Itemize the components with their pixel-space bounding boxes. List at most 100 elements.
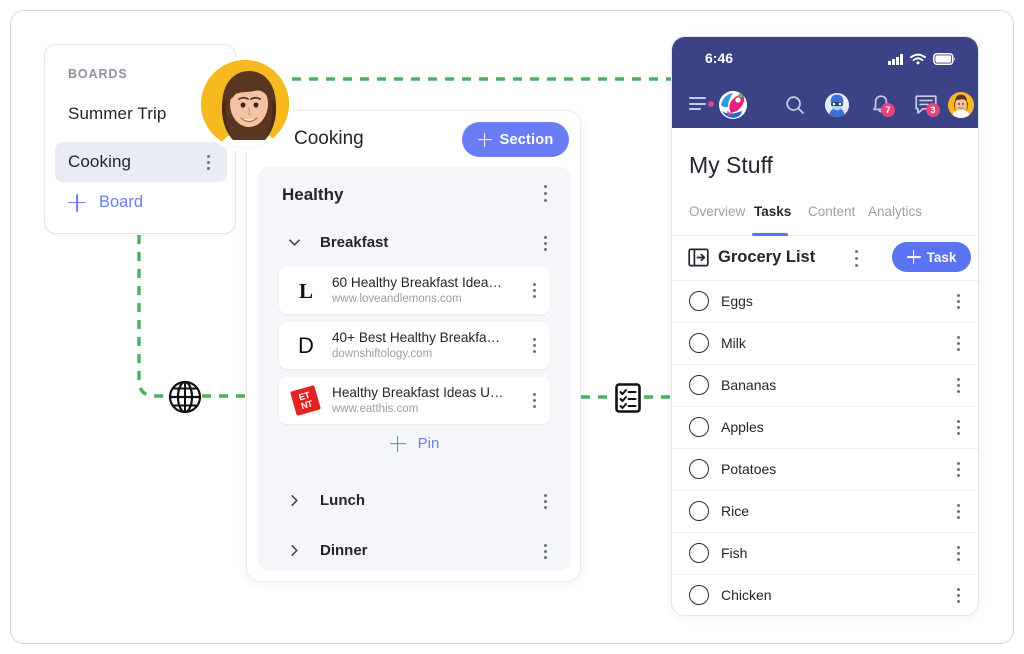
pin-url: downshiftology.com	[332, 348, 433, 360]
open-list-icon[interactable]	[688, 247, 709, 268]
chat-icon[interactable]: 3	[914, 94, 940, 117]
plus-icon	[68, 194, 86, 212]
kebab-menu-icon[interactable]	[957, 336, 960, 351]
phone-status-bar: 6:46	[672, 37, 978, 82]
cellular-signal-icon	[888, 54, 903, 65]
task-checkbox[interactable]	[689, 375, 709, 395]
pin-title: Healthy Breakfast Ideas U…	[332, 385, 504, 400]
task-row[interactable]: Apples	[672, 406, 978, 450]
board-card-header: Cooking Section	[247, 111, 681, 169]
group-label: Dinner	[320, 542, 368, 559]
task-row[interactable]: Fish	[672, 532, 978, 576]
task-label: Chicken	[721, 587, 772, 603]
task-label: Apples	[721, 419, 764, 435]
tab-overview[interactable]: Overview	[689, 204, 745, 219]
kebab-menu-icon[interactable]	[544, 236, 547, 251]
task-row[interactable]: Rice	[672, 490, 978, 534]
chat-badge: 3	[926, 103, 940, 117]
pin-title: 40+ Best Healthy Breakfa…	[332, 330, 501, 345]
kebab-menu-icon[interactable]	[544, 544, 547, 559]
add-section-button[interactable]: Section	[462, 122, 569, 157]
kebab-menu-icon[interactable]	[957, 294, 960, 309]
status-time: 6:46	[705, 50, 734, 66]
section-healthy: Healthy Breakfast L 60 Healthy Breakfast…	[258, 167, 571, 571]
kebab-menu-icon[interactable]	[533, 283, 536, 298]
kebab-menu-icon[interactable]	[957, 588, 960, 603]
notification-dot	[708, 101, 714, 107]
task-row[interactable]: Chicken	[672, 574, 978, 615]
canvas: BOARDS Summer Trip Cooking Board Cooking…	[0, 0, 1024, 654]
profile-avatar[interactable]	[948, 92, 974, 118]
tab-analytics[interactable]: Analytics	[868, 204, 922, 219]
pin-url: www.eatthis.com	[332, 403, 419, 415]
add-section-label: Section	[499, 131, 554, 148]
task-checkbox[interactable]	[689, 543, 709, 563]
task-row[interactable]: Potatoes	[672, 448, 978, 492]
boards-heading: BOARDS	[68, 67, 128, 81]
chevron-right-icon	[291, 495, 298, 506]
pin-card[interactable]: ET NT Healthy Breakfast Ideas U… www.eatt…	[279, 377, 550, 424]
add-pin-button[interactable]: Pin	[258, 435, 571, 452]
kebab-menu-icon[interactable]	[543, 185, 547, 202]
kebab-menu-icon[interactable]	[957, 462, 960, 477]
hamburger-menu-icon[interactable]	[689, 97, 706, 110]
bell-icon[interactable]: 7	[869, 93, 895, 117]
globe-icon	[168, 380, 202, 414]
task-checkbox[interactable]	[689, 459, 709, 479]
task-row[interactable]: Milk	[672, 322, 978, 366]
sidebar-item-cooking[interactable]: Cooking	[55, 142, 227, 182]
wifi-icon	[910, 53, 926, 65]
task-label: Bananas	[721, 377, 777, 393]
status-icon-group	[888, 49, 956, 65]
board-card-title: Cooking	[294, 128, 364, 149]
phone-mockup: 6:46 7 3 My Stuff Overview Tasks Content…	[671, 36, 979, 616]
kebab-menu-icon[interactable]	[957, 420, 960, 435]
plus-icon	[907, 250, 921, 264]
kebab-menu-icon[interactable]	[533, 393, 536, 408]
task-label: Milk	[721, 335, 746, 351]
task-label: Potatoes	[721, 461, 777, 477]
group-dinner[interactable]: Dinner	[258, 540, 571, 566]
app-logo-icon[interactable]	[719, 91, 747, 119]
chevron-right-icon	[291, 545, 298, 556]
kebab-menu-icon[interactable]	[957, 546, 960, 561]
kebab-menu-icon[interactable]	[533, 338, 536, 353]
kebab-menu-icon[interactable]	[207, 154, 210, 170]
add-task-button[interactable]: Task	[892, 242, 971, 272]
task-checkbox[interactable]	[689, 333, 709, 353]
task-row[interactable]: Bananas	[672, 364, 978, 408]
group-lunch[interactable]: Lunch	[258, 490, 571, 516]
tab-tasks[interactable]: Tasks	[754, 204, 791, 219]
task-label: Eggs	[721, 293, 753, 309]
pin-card[interactable]: D 40+ Best Healthy Breakfa… downshiftolo…	[279, 322, 550, 369]
tab-bar: Overview Tasks Content Analytics	[672, 200, 978, 236]
assistant-avatar[interactable]	[825, 93, 849, 117]
user-avatar-large	[197, 56, 293, 152]
list-header: Grocery List Task	[672, 236, 978, 281]
kebab-menu-icon[interactable]	[855, 250, 859, 267]
pin-card[interactable]: L 60 Healthy Breakfast Idea… www.loveand…	[279, 267, 550, 314]
add-board-button[interactable]: Board	[68, 193, 143, 212]
task-checkbox[interactable]	[689, 585, 709, 605]
task-checkbox[interactable]	[689, 501, 709, 521]
checklist-icon	[612, 382, 644, 414]
task-checkbox[interactable]	[689, 417, 709, 437]
task-label: Fish	[721, 545, 748, 561]
section-title: Healthy	[282, 185, 344, 204]
plus-icon	[478, 133, 492, 147]
battery-icon	[933, 53, 955, 65]
kebab-menu-icon[interactable]	[957, 504, 960, 519]
eatthis-favicon: ET NT	[290, 385, 321, 416]
task-row[interactable]: Eggs	[672, 280, 978, 324]
phone-nav-bar: 7 3	[672, 82, 978, 128]
group-breakfast[interactable]: Breakfast	[258, 232, 571, 258]
board-detail-card: Cooking Section Healthy Breakfast L 60 H…	[246, 110, 681, 582]
kebab-menu-icon[interactable]	[544, 494, 547, 509]
kebab-menu-icon[interactable]	[957, 378, 960, 393]
task-checkbox[interactable]	[689, 291, 709, 311]
sidebar-item-label: Cooking	[68, 152, 132, 171]
tab-content[interactable]: Content	[808, 204, 855, 219]
search-icon[interactable]	[785, 95, 805, 115]
plus-icon	[390, 436, 406, 452]
chevron-down-icon	[289, 239, 300, 246]
